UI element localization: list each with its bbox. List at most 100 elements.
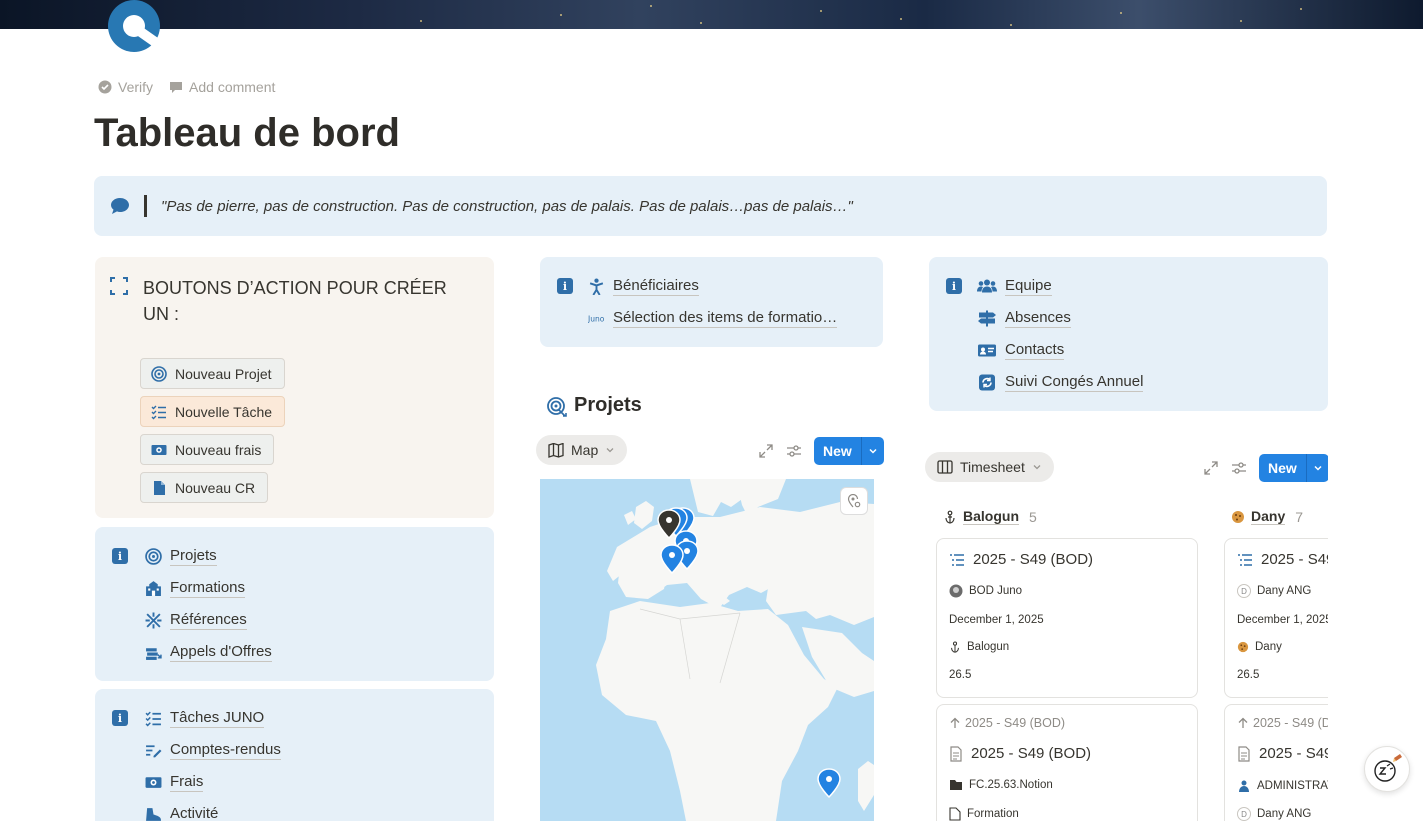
card-person: BOD Juno (969, 585, 1023, 597)
settings-sliders-icon[interactable] (786, 443, 802, 459)
link-absences[interactable]: Absences (977, 309, 1071, 328)
link-selection-items[interactable]: Juno Sélection des items de formatio… (588, 309, 838, 328)
tasks-links-callout: i Tâches JUNO Comptes-rendus Frais Activ… (95, 689, 494, 821)
info-icon: i (112, 710, 128, 726)
group-count: 5 (1029, 508, 1037, 525)
anchor-icon (951, 641, 959, 653)
stack-arrow-icon (146, 648, 162, 660)
juno-logo-icon: Juno (588, 314, 605, 323)
page-icon (949, 807, 961, 821)
quote-bar (144, 195, 147, 217)
timesheet-view-tab[interactable]: Timesheet (925, 452, 1054, 482)
chevron-down-icon[interactable] (862, 446, 884, 456)
dashed-square-icon (110, 277, 128, 295)
new-expense-button[interactable]: Nouveau frais (140, 434, 275, 465)
page-logo-icon (108, 0, 163, 52)
link-contacts[interactable]: Contacts (977, 341, 1065, 360)
shoe-icon (146, 808, 161, 821)
group-header-dany[interactable]: Dany 7 (1231, 508, 1303, 525)
id-card-icon (978, 344, 996, 357)
add-comment-button[interactable]: Add comment (169, 79, 275, 95)
new-cr-button[interactable]: Nouveau CR (140, 472, 269, 503)
new-project-label: Nouveau Projet (175, 365, 272, 382)
target-arrow-icon (547, 396, 567, 417)
timesheet-view-label: Timesheet (960, 459, 1025, 475)
card-date: December 1, 2025 (1237, 614, 1332, 626)
link-references[interactable]: Références (145, 611, 247, 630)
map-pins (657, 507, 841, 799)
link-equipe[interactable]: Equipe (977, 277, 1052, 296)
asterisk-icon (145, 612, 162, 629)
target-icon (145, 548, 162, 565)
comment-icon (170, 82, 183, 93)
card-owner: Dany (1255, 641, 1282, 653)
chevron-down-icon (1033, 465, 1041, 470)
link-comptes-rendus-label: Comptes-rendus (170, 741, 281, 760)
card-parent: 2025 - S49 (BOD) (965, 716, 1066, 730)
card-folder: ADMINISTRAT (1257, 780, 1335, 792)
money-icon (145, 777, 162, 788)
group-header-balogun[interactable]: Balogun 5 (943, 508, 1037, 525)
arrow-up-icon (1238, 717, 1248, 728)
link-comptes-rendus[interactable]: Comptes-rendus (145, 741, 281, 760)
link-references-label: Références (170, 611, 247, 630)
info-icon: i (557, 278, 573, 294)
card-type: Dany ANG (1257, 808, 1312, 820)
signpost-icon (978, 310, 996, 327)
verify-button[interactable]: Verify (98, 79, 153, 95)
expand-icon[interactable] (1203, 460, 1219, 476)
chevron-down-icon[interactable] (1307, 463, 1329, 473)
link-taches-juno[interactable]: Tâches JUNO (145, 709, 265, 728)
projets-new-label: New (823, 443, 852, 459)
school-icon (146, 581, 161, 596)
list-icon (1238, 553, 1252, 566)
link-formations-label: Formations (170, 579, 246, 598)
timesheet-new-button[interactable]: New (1259, 454, 1329, 482)
card-parent: 2025 - S49 (D (1253, 716, 1331, 730)
expand-icon[interactable] (758, 443, 774, 459)
verify-icon (98, 80, 112, 94)
link-projets[interactable]: Projets (145, 547, 217, 566)
projects-links-callout: i Projets Formations Références Appels d… (95, 527, 494, 681)
page-icon (950, 745, 962, 762)
link-frais[interactable]: Frais (145, 773, 204, 792)
document-icon (154, 480, 165, 495)
link-equipe-label: Equipe (1005, 277, 1052, 296)
link-formations[interactable]: Formations (145, 579, 246, 598)
projets-title: Projets (574, 394, 642, 416)
link-beneficiaires[interactable]: Bénéficiaires (588, 277, 699, 296)
settings-sliders-icon[interactable] (1231, 460, 1247, 476)
board-columns-icon (937, 460, 953, 474)
card-title: 2025 - S49 (BOD) (973, 551, 1094, 568)
link-activite[interactable]: Activité (145, 805, 218, 821)
projects-map[interactable] (540, 479, 874, 821)
timesheet-card[interactable]: 2025 - S49 (BOD) BOD Juno December 1, 20… (936, 538, 1198, 698)
verify-label: Verify (118, 79, 154, 95)
timesheet-card[interactable]: 2025 - S49 (BOD) 2025 - S49 (BOD) FC.25.… (936, 704, 1198, 821)
link-activite-label: Activité (170, 805, 218, 821)
money-icon (151, 444, 167, 455)
link-suivi-conges[interactable]: Suivi Congés Annuel (977, 373, 1144, 392)
floating-assistant-button[interactable] (1364, 746, 1410, 792)
group-name: Dany (1251, 508, 1286, 525)
info-icon: i (112, 548, 128, 564)
new-expense-label: Nouveau frais (175, 441, 262, 458)
refresh-icon (979, 374, 995, 391)
avatar: D (1237, 807, 1251, 821)
speech-bubble-icon (111, 198, 129, 214)
link-selection-items-label: Sélection des items de formatio… (613, 309, 838, 328)
projets-heading[interactable]: Projets (546, 394, 642, 417)
new-project-button[interactable]: Nouveau Projet (140, 358, 285, 389)
quote-callout: "Pas de pierre, pas de construction. Pas… (94, 176, 1327, 236)
new-task-button[interactable]: Nouvelle Tâche (140, 396, 286, 427)
map-view-tab[interactable]: Map (536, 435, 628, 465)
cookie-icon (1237, 641, 1249, 653)
card-type: Formation (967, 808, 1019, 820)
map-pin (817, 768, 841, 799)
projets-new-button[interactable]: New (814, 437, 884, 465)
map-view-label: Map (571, 442, 599, 458)
group-icon (977, 279, 997, 293)
pen-list-icon (146, 745, 162, 758)
link-appels-offres[interactable]: Appels d'Offres (145, 643, 272, 662)
admin-icon (1239, 780, 1249, 792)
